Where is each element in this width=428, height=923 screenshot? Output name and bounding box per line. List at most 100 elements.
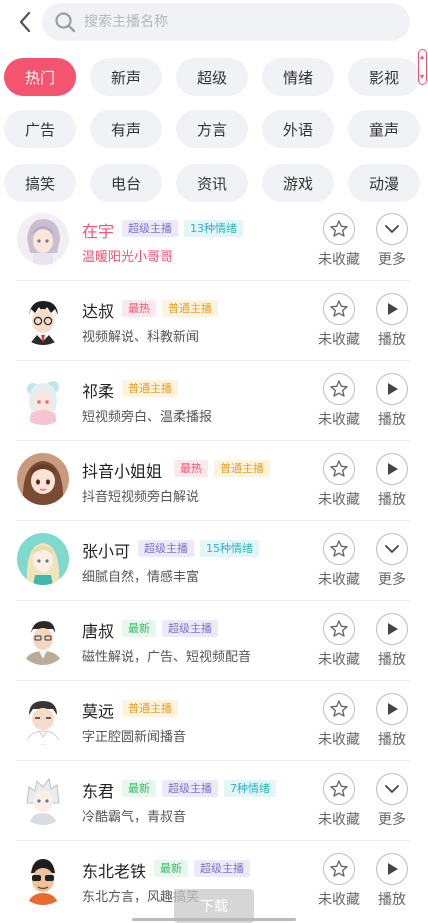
anchor-row[interactable]: 张小可 超级主播 15种情绪 细腻自然，情感丰富 未收藏 更多 bbox=[0, 520, 428, 600]
anchor-tags: 超级主播 15种情绪 bbox=[138, 540, 259, 557]
avatar bbox=[17, 533, 69, 585]
category-chip[interactable]: 方言 bbox=[176, 110, 248, 148]
anchor-description: 细腻自然，情感丰富 bbox=[82, 570, 200, 585]
anchor-name: 莫远 bbox=[82, 702, 115, 721]
category-chip[interactable]: 电台 bbox=[90, 164, 162, 202]
tag-badge: 最新 bbox=[122, 620, 156, 637]
tag-badge: 7种情绪 bbox=[224, 780, 276, 797]
tag-badge: 最新 bbox=[154, 860, 188, 877]
anchor-row[interactable]: 唐叔 最新 超级主播 磁性解说，广告、短视频配音 未收藏 播放 bbox=[0, 600, 428, 680]
favorite-button[interactable]: 未收藏 bbox=[315, 853, 363, 909]
chevron-down-icon bbox=[385, 545, 399, 553]
tag-badge: 最热 bbox=[122, 300, 156, 317]
category-chip[interactable]: 新声 bbox=[90, 58, 162, 96]
anchor-name: 在宇 bbox=[82, 222, 115, 241]
category-chip[interactable]: 游戏 bbox=[262, 164, 334, 202]
play-button[interactable]: 播放 bbox=[369, 613, 415, 669]
more-label: 更多 bbox=[378, 812, 406, 828]
favorite-button[interactable]: 未收藏 bbox=[315, 453, 363, 509]
tag-badge: 超级主播 bbox=[138, 540, 194, 557]
anchor-row[interactable]: 莫远 普通主播 字正腔圆新闻播音 未收藏 播放 bbox=[0, 680, 428, 760]
anchor-row[interactable]: 在宇 超级主播 13种情绪 温暖阳光小哥哥 未收藏 更多 bbox=[0, 200, 428, 280]
favorite-label: 未收藏 bbox=[318, 332, 360, 348]
tag-badge: 13种情绪 bbox=[184, 220, 243, 237]
play-icon bbox=[388, 863, 398, 875]
star-icon bbox=[330, 460, 348, 477]
avatar bbox=[17, 373, 69, 425]
category-chip[interactable]: 热门 bbox=[4, 58, 76, 96]
tag-badge: 最新 bbox=[122, 780, 156, 797]
back-button[interactable] bbox=[12, 8, 38, 36]
tag-badge: 普通主播 bbox=[162, 300, 218, 317]
anchor-name: 达叔 bbox=[82, 302, 115, 321]
favorite-label: 未收藏 bbox=[318, 252, 360, 268]
favorite-button[interactable]: 未收藏 bbox=[315, 613, 363, 669]
anchor-description: 字正腔圆新闻播音 bbox=[82, 730, 187, 745]
anchor-name: 唐叔 bbox=[82, 622, 115, 641]
category-chip[interactable]: 搞笑 bbox=[4, 164, 76, 202]
anchor-tags: 超级主播 13种情绪 bbox=[122, 220, 243, 237]
avatar bbox=[17, 453, 69, 505]
category-chip[interactable]: 有声 bbox=[90, 110, 162, 148]
anchor-name: 抖音小姐姐 bbox=[82, 462, 163, 481]
anchor-tags: 普通主播 bbox=[122, 700, 178, 717]
favorite-button[interactable]: 未收藏 bbox=[315, 693, 363, 749]
search-input[interactable] bbox=[84, 14, 384, 30]
tag-badge: 普通主播 bbox=[122, 380, 178, 397]
category-chip[interactable]: 动漫 bbox=[348, 164, 420, 202]
star-icon bbox=[330, 300, 348, 317]
category-chip[interactable]: 资讯 bbox=[176, 164, 248, 202]
tag-badge: 最热 bbox=[174, 460, 208, 477]
star-icon bbox=[330, 540, 348, 557]
anchor-row[interactable]: 东君 最新 超级主播 7种情绪 冷酷霸气，青叔音 未收藏 更多 bbox=[0, 760, 428, 840]
play-button[interactable]: 播放 bbox=[369, 453, 415, 509]
category-chip[interactable]: 情绪 bbox=[262, 58, 334, 96]
avatar bbox=[17, 613, 69, 665]
anchor-tags: 最热 普通主播 bbox=[174, 460, 270, 477]
avatar bbox=[17, 773, 69, 825]
more-button[interactable]: 更多 bbox=[369, 533, 415, 589]
anchor-row[interactable]: 达叔 最热 普通主播 视频解说、科教新闻 未收藏 播放 bbox=[0, 280, 428, 360]
avatar bbox=[17, 213, 69, 265]
category-scroll-indicator[interactable] bbox=[418, 49, 427, 85]
play-button[interactable]: 播放 bbox=[369, 293, 415, 349]
star-icon bbox=[330, 380, 348, 397]
chevron-down-icon bbox=[385, 785, 399, 793]
favorite-button[interactable]: 未收藏 bbox=[315, 293, 363, 349]
favorite-button[interactable]: 未收藏 bbox=[315, 533, 363, 589]
more-button[interactable]: 更多 bbox=[369, 213, 415, 269]
category-chip[interactable]: 广告 bbox=[4, 110, 76, 148]
category-chip[interactable]: 超级 bbox=[176, 58, 248, 96]
favorite-label: 未收藏 bbox=[318, 652, 360, 668]
search-icon bbox=[55, 12, 76, 33]
favorite-button[interactable]: 未收藏 bbox=[315, 773, 363, 829]
anchor-name: 祁柔 bbox=[82, 382, 115, 401]
star-icon bbox=[330, 620, 348, 637]
favorite-label: 未收藏 bbox=[318, 732, 360, 748]
category-chip[interactable]: 童声 bbox=[348, 110, 420, 148]
play-label: 播放 bbox=[378, 332, 406, 348]
favorite-button[interactable]: 未收藏 bbox=[315, 213, 363, 269]
anchor-description: 温暖阳光小哥哥 bbox=[82, 250, 174, 265]
category-chip[interactable]: 影视 bbox=[348, 58, 420, 96]
anchor-row[interactable]: 抖音小姐姐 最热 普通主播 抖音短视频旁白解说 未收藏 播放 bbox=[0, 440, 428, 520]
more-button[interactable]: 更多 bbox=[369, 773, 415, 829]
category-chip[interactable]: 外语 bbox=[262, 110, 334, 148]
play-label: 播放 bbox=[378, 892, 406, 908]
tag-badge: 超级主播 bbox=[194, 860, 250, 877]
play-label: 播放 bbox=[378, 732, 406, 748]
play-label: 播放 bbox=[378, 652, 406, 668]
back-arrow-icon bbox=[19, 11, 31, 33]
play-label: 播放 bbox=[378, 492, 406, 508]
favorite-label: 未收藏 bbox=[318, 492, 360, 508]
search-box[interactable] bbox=[42, 3, 410, 41]
anchor-row[interactable]: 祁柔 普通主播 短视频旁白、温柔播报 未收藏 播放 bbox=[0, 360, 428, 440]
chevron-down-icon bbox=[385, 225, 399, 233]
star-icon bbox=[330, 860, 348, 877]
play-button[interactable]: 播放 bbox=[369, 853, 415, 909]
anchor-tags: 最新 超级主播 bbox=[122, 620, 218, 637]
star-icon bbox=[330, 780, 348, 797]
play-button[interactable]: 播放 bbox=[369, 693, 415, 749]
play-button[interactable]: 播放 bbox=[369, 373, 415, 429]
favorite-button[interactable]: 未收藏 bbox=[315, 373, 363, 429]
